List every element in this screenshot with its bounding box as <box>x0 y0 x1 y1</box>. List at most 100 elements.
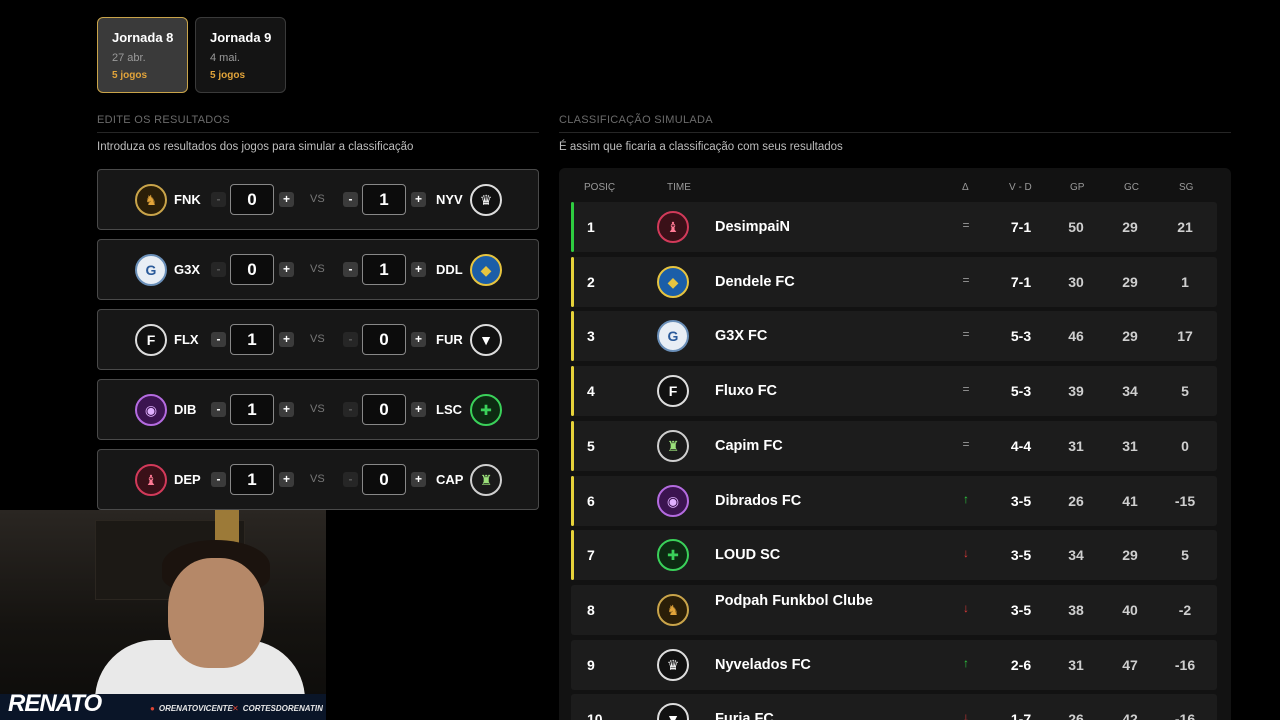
home-decrement-button[interactable]: - <box>211 472 226 487</box>
zone-indicator <box>571 202 574 252</box>
away-increment-button[interactable]: + <box>411 402 426 417</box>
row-goals-against: 29 <box>1122 547 1138 564</box>
round-date: 27 abr. <box>112 52 146 64</box>
standings-row[interactable]: 10 ▼ Furia FC ↓ 1-7 26 42 -16 <box>571 694 1217 720</box>
home-team-abbr: DIB <box>174 402 197 417</box>
arrow-up-icon: ↑ <box>963 491 969 506</box>
home-score-input[interactable]: 1 <box>230 324 274 355</box>
away-decrement-button[interactable]: - <box>343 262 358 277</box>
away-increment-button[interactable]: + <box>411 262 426 277</box>
home-decrement-button[interactable]: - <box>211 192 226 207</box>
row-goals-against: 41 <box>1122 492 1138 509</box>
team-crest-icon: ♞ <box>657 593 689 626</box>
standings-row[interactable]: 1 ♝ DesimpaiN = 7-1 50 29 21 <box>571 202 1217 252</box>
row-goal-difference: 1 <box>1181 273 1189 290</box>
match-card: ◉ DIB -1 + VS -0 + LSC ✚ <box>97 379 539 440</box>
home-score-input[interactable]: 0 <box>230 254 274 285</box>
home-decrement-button[interactable]: - <box>211 402 226 417</box>
away-score-input[interactable]: 1 <box>362 184 406 215</box>
row-goal-difference: 0 <box>1181 437 1189 454</box>
tab-jornada-8[interactable]: Jornada 8 27 abr. 5 jogos <box>97 17 188 93</box>
home-increment-button[interactable]: + <box>279 262 294 277</box>
social-handle-text: ORENATOVICENTE <box>158 704 233 713</box>
match-card: F FLX -1 + VS -0 + FUR ▼ <box>97 309 539 370</box>
equal-icon: = <box>962 327 970 342</box>
zone-indicator <box>571 475 574 526</box>
away-decrement-button[interactable]: - <box>343 192 358 207</box>
vs-label: VS <box>310 333 325 345</box>
round-games-count: 5 jogos <box>210 70 246 81</box>
team-crest-icon: ✚ <box>470 394 502 426</box>
home-decrement-button[interactable]: - <box>211 262 226 277</box>
standings-row[interactable]: 7 ✚ LOUD SC ↓ 3-5 34 29 5 <box>571 530 1217 581</box>
away-score-input[interactable]: 0 <box>362 464 406 495</box>
row-goals-against: 29 <box>1122 328 1138 345</box>
team-crest-icon: ♛ <box>657 648 689 681</box>
row-wins-losses: 4-4 <box>1010 437 1032 454</box>
social-handle-text: CORTESDORENATIN <box>242 704 323 713</box>
standings-row[interactable]: 3 G G3X FC = 5-3 46 29 17 <box>571 311 1217 362</box>
away-score-input[interactable]: 0 <box>362 324 406 355</box>
row-goal-difference: -16 <box>1174 711 1196 720</box>
away-team-abbr: LSC <box>436 402 462 417</box>
row-position: 8 <box>587 601 595 618</box>
team-crest-icon: ▼ <box>657 703 689 720</box>
social-handle-2: ✕ CORTESDORENATIN <box>232 704 323 713</box>
home-increment-button[interactable]: + <box>279 402 294 417</box>
row-team-name: G3X FC <box>715 328 768 345</box>
row-goals-for: 38 <box>1068 601 1084 618</box>
away-score-input[interactable]: 1 <box>362 254 406 285</box>
arrow-down-icon: ↓ <box>963 600 969 615</box>
away-decrement-button[interactable]: - <box>343 472 358 487</box>
away-increment-button[interactable]: + <box>411 192 426 207</box>
standings-row[interactable]: 8 ♞ Podpah Funkbol Clube ↓ 3-5 38 40 -2 <box>571 584 1217 635</box>
home-increment-button[interactable]: + <box>279 192 294 207</box>
team-crest-icon: ♞ <box>135 184 167 216</box>
row-goals-for: 34 <box>1068 547 1084 564</box>
away-team-abbr: NYV <box>436 192 463 207</box>
home-increment-button[interactable]: + <box>279 332 294 347</box>
row-goals-against: 29 <box>1122 219 1138 235</box>
standings-row[interactable]: 2 ◆ Dendele FC = 7-1 30 29 1 <box>571 256 1217 307</box>
zone-indicator <box>571 530 574 581</box>
team-crest-icon: ▼ <box>470 324 502 356</box>
row-goal-difference: -2 <box>1178 601 1192 618</box>
vs-label: VS <box>310 403 325 415</box>
social-handle-1: ● ORENATOVICENTE <box>150 704 233 713</box>
home-decrement-button[interactable]: - <box>211 332 226 347</box>
row-wins-losses: 7-1 <box>1010 273 1032 290</box>
standings-row[interactable]: 9 ♛ Nyvelados FC ↑ 2-6 31 47 -16 <box>571 639 1217 690</box>
home-increment-button[interactable]: + <box>279 472 294 487</box>
away-score-input[interactable]: 0 <box>362 394 406 425</box>
header-goals-against: GC <box>1124 182 1139 193</box>
row-goals-against: 42 <box>1122 711 1138 720</box>
equal-icon: = <box>962 436 970 451</box>
away-increment-button[interactable]: + <box>411 332 426 347</box>
row-wins-losses: 2-6 <box>1010 656 1032 673</box>
standings-row[interactable]: 4 F Fluxo FC = 5-3 39 34 5 <box>571 366 1217 417</box>
standings-row[interactable]: 6 ◉ Dibrados FC ↑ 3-5 26 41 -15 <box>571 475 1217 526</box>
equal-icon: = <box>962 218 970 232</box>
row-team-name: Nyvelados FC <box>715 656 811 673</box>
home-score-input[interactable]: 0 <box>230 184 274 215</box>
home-score-input[interactable]: 1 <box>230 464 274 495</box>
row-position: 2 <box>587 273 595 290</box>
match-card: G G3X -0 + VS -1 + DDL ◆ <box>97 239 539 300</box>
row-goals-for: 26 <box>1068 492 1084 509</box>
home-score-input[interactable]: 1 <box>230 394 274 425</box>
match-card: ♝ DEP -1 + VS -0 + CAP ♜ <box>97 449 539 510</box>
away-decrement-button[interactable]: - <box>343 402 358 417</box>
zone-indicator <box>571 256 574 307</box>
away-decrement-button[interactable]: - <box>343 332 358 347</box>
tab-jornada-9[interactable]: Jornada 9 4 mai. 5 jogos <box>195 17 286 93</box>
standings-row[interactable]: 5 ♜ Capim FC = 4-4 31 31 0 <box>571 420 1217 471</box>
row-goals-for: 26 <box>1068 711 1084 720</box>
row-position: 5 <box>587 437 595 454</box>
round-title: Jornada 8 <box>112 30 174 45</box>
zone-indicator <box>571 640 574 690</box>
row-team-name: LOUD SC <box>715 547 781 564</box>
away-increment-button[interactable]: + <box>411 472 426 487</box>
row-goals-against: 29 <box>1122 273 1138 290</box>
row-goals-for: 46 <box>1068 328 1084 345</box>
vs-label: VS <box>310 263 325 275</box>
